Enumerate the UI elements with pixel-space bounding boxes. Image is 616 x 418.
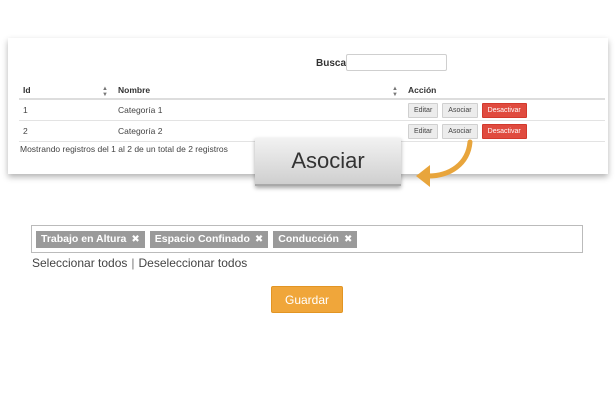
tag-item: Conducción ✖: [273, 230, 358, 248]
close-icon[interactable]: ✖: [131, 234, 139, 245]
tag-select[interactable]: Trabajo en Altura ✖ Espacio Confinado ✖ …: [31, 225, 583, 253]
edit-button[interactable]: Editar: [408, 102, 439, 118]
link-separator: |: [131, 256, 135, 270]
tag-label: Espacio Confinado: [154, 233, 250, 245]
curved-arrow-icon: [416, 139, 473, 187]
save-button[interactable]: Guardar: [271, 286, 343, 313]
cell-actions: Editar Asociar Desactivar: [404, 99, 605, 121]
column-header-name[interactable]: Nombre ▲ ▼: [114, 82, 404, 100]
column-header-action-label: Acción: [408, 85, 437, 95]
close-icon[interactable]: ✖: [344, 234, 352, 245]
deactivate-button[interactable]: Desactivar: [481, 102, 527, 118]
column-header-name-label: Nombre: [118, 85, 151, 95]
cell-id: 2: [19, 120, 114, 142]
select-all-link[interactable]: Seleccionar todos: [32, 256, 127, 270]
column-header-id[interactable]: Id ▲ ▼: [19, 82, 114, 100]
tag-item: Trabajo en Altura ✖: [36, 230, 145, 248]
tag-label: Conducción: [278, 233, 339, 245]
deselect-all-link[interactable]: Deseleccionar todos: [139, 256, 248, 270]
deactivate-button[interactable]: Desactivar: [481, 123, 527, 139]
associate-callout: Asociar: [255, 138, 401, 186]
column-header-action: Acción: [404, 82, 605, 100]
tag-item: Espacio Confinado ✖: [149, 230, 269, 248]
cell-id: 1: [19, 99, 114, 121]
search-input[interactable]: [346, 54, 447, 71]
associate-button[interactable]: Asociar: [442, 102, 478, 118]
table-info: Mostrando registros del 1 al 2 de un tot…: [20, 144, 228, 154]
table-header-row: Id ▲ ▼ Nombre ▲ ▼ Acción: [19, 82, 605, 100]
tag-label: Trabajo en Altura: [41, 233, 127, 245]
close-icon[interactable]: ✖: [255, 234, 263, 245]
categories-table: Id ▲ ▼ Nombre ▲ ▼ Acción 1 Categoría 1 Edi…: [19, 82, 605, 142]
column-header-id-label: Id: [23, 85, 31, 95]
table-row: 1 Categoría 1 Editar Asociar Desactivar: [19, 99, 605, 121]
cell-name: Categoría 1: [114, 99, 404, 121]
sort-icon[interactable]: ▲ ▼: [102, 86, 108, 98]
selection-links: Seleccionar todos | Deseleccionar todos: [32, 256, 247, 270]
associate-button[interactable]: Asociar: [442, 123, 478, 139]
sort-icon[interactable]: ▲ ▼: [392, 86, 398, 98]
edit-button[interactable]: Editar: [408, 123, 439, 139]
